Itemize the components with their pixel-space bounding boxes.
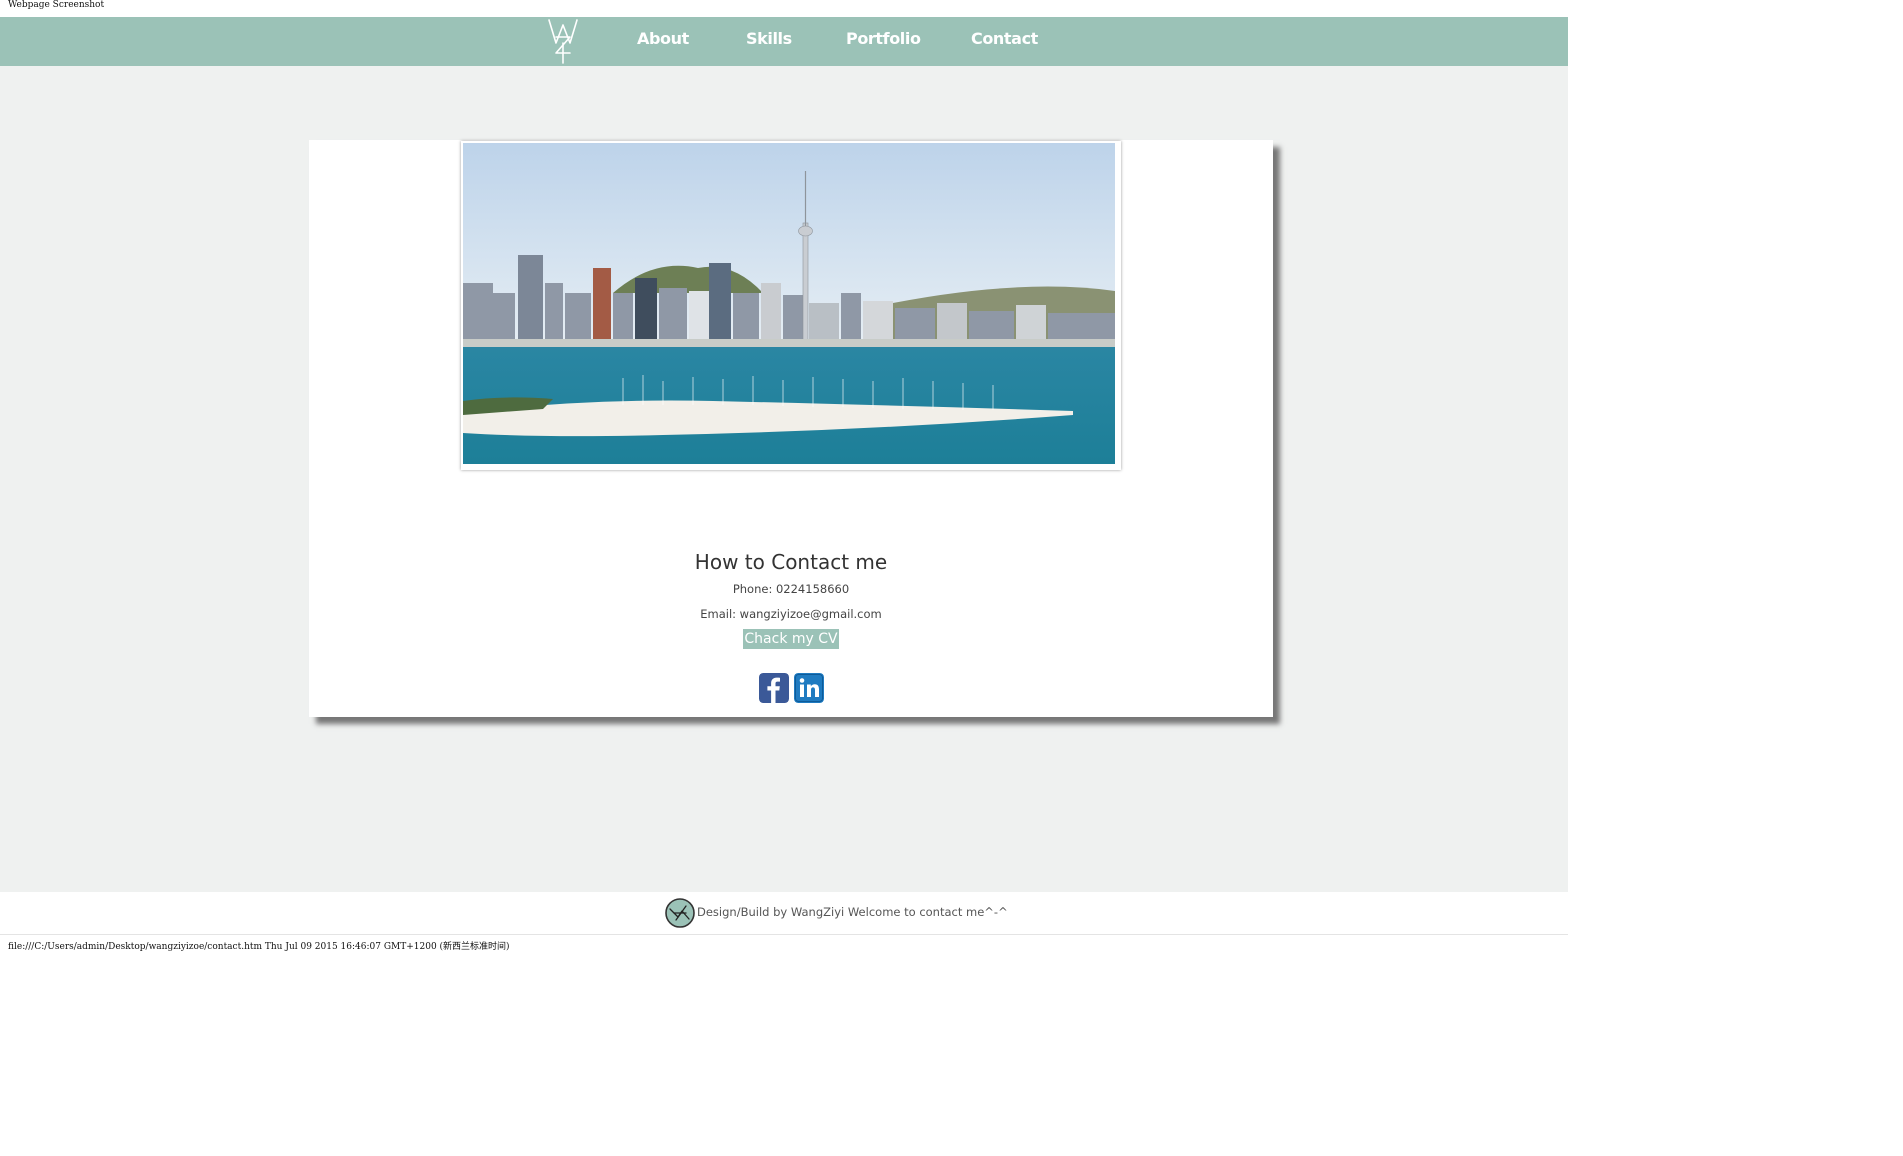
footer-divider: [0, 934, 1568, 935]
city-skyline-photo: [461, 141, 1121, 470]
nav-item-contact[interactable]: Contact: [971, 27, 1038, 51]
auckland-harbour-image: [463, 143, 1115, 464]
nav-item-skills[interactable]: Skills: [746, 27, 792, 51]
footer: Design/Build by WangZiyi Welcome to cont…: [0, 892, 1568, 934]
phone-text: Phone: 0224158660: [732, 582, 850, 596]
footer-credit-text: Design/Build by WangZiyi Welcome to cont…: [697, 905, 1008, 919]
nav-item-about[interactable]: About: [637, 27, 689, 51]
contact-card: How to Contact me Phone: 0224158660 Emai…: [309, 140, 1273, 717]
w-z-logo-icon[interactable]: [546, 17, 580, 65]
footer-logo-icon: [665, 898, 695, 928]
top-navbar: About Skills Portfolio Contact: [0, 17, 1568, 66]
email-text[interactable]: Email: wangziyizoe@gmail.com: [309, 606, 1273, 622]
nav-item-portfolio[interactable]: Portfolio: [846, 27, 921, 51]
linkedin-icon[interactable]: [794, 673, 824, 703]
check-cv-button[interactable]: Chack my CV: [743, 629, 839, 649]
browser-caption: Webpage Screenshot: [8, 0, 105, 10]
contact-heading: How to Contact me: [694, 550, 888, 574]
facebook-icon[interactable]: [759, 673, 789, 703]
browser-status-line: file:///C:/Users/admin/Desktop/wangziyiz…: [8, 942, 510, 952]
